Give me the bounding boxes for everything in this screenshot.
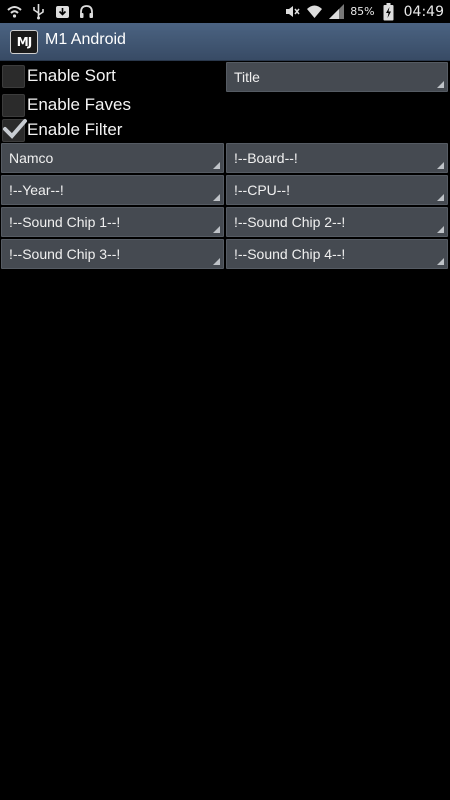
- status-bar: 85% 04:49: [0, 0, 450, 23]
- dropdown-arrow-icon: [437, 81, 444, 88]
- clock: 04:49: [403, 3, 444, 20]
- sort-by-spinner[interactable]: Title: [226, 62, 448, 92]
- enable-filter-checkbox[interactable]: Enable Filter: [0, 117, 122, 143]
- year-value: !--Year--!: [9, 182, 64, 198]
- checkmark-icon: [3, 118, 27, 139]
- dropdown-arrow-icon: [213, 162, 220, 169]
- dropdown-arrow-icon: [213, 258, 220, 265]
- cpu-value: !--CPU--!: [234, 182, 290, 198]
- enable-filter-checkbox-box[interactable]: [2, 118, 27, 142]
- dropdown-arrow-icon: [213, 226, 220, 233]
- enable-sort-checkbox[interactable]: Enable Sort: [0, 63, 116, 89]
- sound-chip-3-spinner[interactable]: !--Sound Chip 3--!: [1, 239, 224, 269]
- sound-chip-2-value: !--Sound Chip 2--!: [234, 214, 346, 230]
- mute-icon: [284, 3, 301, 20]
- status-bar-left: [6, 3, 95, 20]
- sort-by-value: Title: [234, 69, 260, 85]
- enable-filter-label: Enable Filter: [27, 120, 123, 139]
- sound-chip-4-spinner[interactable]: !--Sound Chip 4--!: [226, 239, 448, 269]
- sound-chip-1-spinner[interactable]: !--Sound Chip 1--!: [1, 207, 224, 237]
- app-logo-icon[interactable]: MJ: [10, 30, 38, 54]
- board-value: !--Board--!: [234, 150, 298, 166]
- enable-faves-label: Enable Faves: [27, 95, 131, 114]
- app-title: M1 Android: [45, 31, 126, 48]
- action-bar: MJ M1 Android: [0, 23, 450, 61]
- wifi-icon: [306, 3, 323, 20]
- sound-chip-1-value: !--Sound Chip 1--!: [9, 214, 121, 230]
- dropdown-arrow-icon: [437, 162, 444, 169]
- dropdown-arrow-icon: [437, 194, 444, 201]
- sound-chip-4-value: !--Sound Chip 4--!: [234, 246, 346, 262]
- dropdown-arrow-icon: [213, 194, 220, 201]
- manufacturer-spinner[interactable]: Namco: [1, 143, 224, 173]
- headset-icon: [78, 3, 95, 20]
- signal-icon: [328, 3, 345, 20]
- enable-faves-checkbox-box[interactable]: [2, 93, 25, 117]
- wifi-signal-icon: [6, 3, 23, 20]
- status-bar-right: 85% 04:49: [284, 2, 444, 21]
- board-spinner[interactable]: !--Board--!: [226, 143, 448, 173]
- sound-chip-2-spinner[interactable]: !--Sound Chip 2--!: [226, 207, 448, 237]
- enable-faves-checkbox[interactable]: Enable Faves: [0, 92, 131, 118]
- battery-percent: 85%: [350, 5, 375, 18]
- battery-charging-icon: [380, 2, 397, 20]
- year-spinner[interactable]: !--Year--!: [1, 175, 224, 205]
- dropdown-arrow-icon: [437, 258, 444, 265]
- enable-sort-label: Enable Sort: [27, 66, 116, 85]
- download-icon: [54, 3, 71, 20]
- manufacturer-value: Namco: [9, 150, 54, 166]
- cpu-spinner[interactable]: !--CPU--!: [226, 175, 448, 205]
- sound-chip-3-value: !--Sound Chip 3--!: [9, 246, 121, 262]
- usb-icon: [30, 3, 47, 20]
- enable-sort-checkbox-box[interactable]: [2, 64, 25, 88]
- dropdown-arrow-icon: [437, 226, 444, 233]
